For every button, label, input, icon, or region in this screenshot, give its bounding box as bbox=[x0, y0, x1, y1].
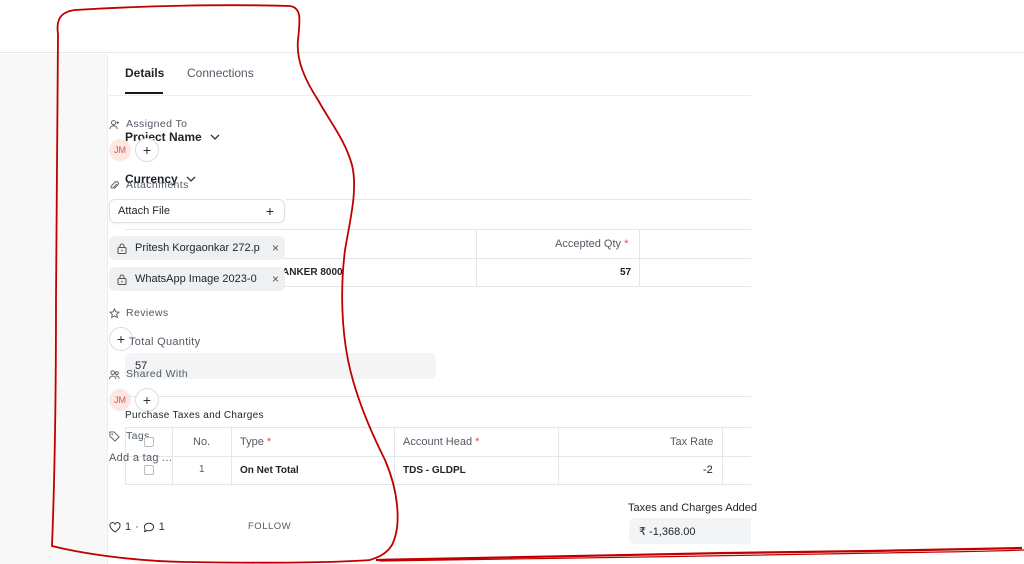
grid-line bbox=[558, 427, 559, 485]
paperclip-icon bbox=[110, 180, 119, 189]
select-all-checkbox[interactable] bbox=[144, 437, 154, 447]
tax-row-type[interactable]: On Net Total bbox=[240, 465, 299, 476]
plus-icon: + bbox=[142, 142, 152, 158]
attachment-filename: Pritesh Korgaonkar 272.p bbox=[135, 242, 260, 254]
heart-icon[interactable] bbox=[109, 521, 121, 533]
lock-icon bbox=[117, 274, 127, 285]
star-icon bbox=[109, 307, 120, 318]
shared-with-section: Shared With bbox=[109, 368, 188, 380]
attachments-section: Attachments bbox=[109, 179, 189, 191]
accepted-qty-cell[interactable]: 57 bbox=[620, 267, 631, 278]
grid-line bbox=[125, 396, 751, 397]
reviews-section: Reviews bbox=[109, 307, 168, 319]
item-name-cell[interactable]: ANKER 8000 bbox=[282, 267, 343, 278]
remove-attachment-icon[interactable]: × bbox=[272, 272, 279, 286]
users-icon bbox=[109, 369, 120, 379]
attachment-file-chip[interactable]: WhatsApp Image 2023-0 × bbox=[109, 267, 285, 291]
grid-line bbox=[125, 427, 751, 428]
plus-icon: + bbox=[265, 203, 274, 219]
attachment-filename: WhatsApp Image 2023-0 bbox=[135, 273, 257, 285]
assigned-avatar[interactable]: JM bbox=[109, 139, 131, 161]
add-assignee-button[interactable]: + bbox=[135, 138, 159, 162]
tag-icon bbox=[109, 430, 120, 442]
accepted-qty-header: Accepted Qty * bbox=[555, 238, 629, 250]
form-tabs: Details Connections bbox=[109, 54, 751, 96]
right-blank-area bbox=[751, 53, 1024, 564]
tax-row-no: 1 bbox=[199, 464, 205, 475]
like-comment-stats: 1 · 1 bbox=[109, 521, 165, 533]
total-quantity-label: Total Quantity bbox=[129, 336, 201, 348]
lock-icon bbox=[117, 243, 127, 254]
grid-line bbox=[476, 229, 477, 287]
grid-line bbox=[125, 456, 751, 457]
attach-file-label: Attach File bbox=[118, 205, 170, 217]
attachment-file-chip[interactable]: Pritesh Korgaonkar 272.p × bbox=[109, 236, 285, 260]
remove-attachment-icon[interactable]: × bbox=[272, 241, 279, 255]
attachments-label: Attachments bbox=[126, 179, 189, 191]
tax-row-account-head[interactable]: TDS - GLDPL bbox=[403, 465, 466, 476]
tab-connections[interactable]: Connections bbox=[187, 66, 254, 80]
shared-avatar[interactable]: JM bbox=[109, 389, 131, 411]
column-header-no: No. bbox=[193, 436, 211, 448]
column-header-tax-rate: Tax Rate bbox=[670, 436, 714, 448]
like-count: 1 bbox=[125, 521, 132, 533]
comment-icon[interactable] bbox=[143, 522, 155, 533]
add-tag-link[interactable]: Add a tag ... bbox=[109, 452, 172, 464]
attach-file-button[interactable]: Attach File + bbox=[109, 199, 285, 223]
shared-with-label: Shared With bbox=[126, 368, 189, 380]
reviews-label: Reviews bbox=[126, 307, 169, 319]
active-tab-indicator bbox=[125, 92, 163, 94]
left-gutter bbox=[0, 54, 108, 564]
taxes-added-field[interactable]: ₹ -1,368.00 bbox=[629, 518, 751, 544]
plus-icon: + bbox=[116, 331, 126, 347]
taxes-added-label: Taxes and Charges Added bbox=[628, 502, 758, 514]
column-header-type: Type * bbox=[240, 436, 272, 448]
grid-line bbox=[125, 229, 751, 230]
tax-row-rate[interactable]: -2 bbox=[703, 464, 713, 476]
grid-line bbox=[722, 427, 723, 485]
plus-icon: + bbox=[142, 392, 152, 408]
separator-dot: · bbox=[135, 521, 139, 533]
grid-line bbox=[394, 427, 395, 485]
user-icon bbox=[109, 119, 120, 129]
assigned-to-label: Assigned To bbox=[126, 118, 188, 130]
grid-line bbox=[231, 427, 232, 485]
row-checkbox[interactable] bbox=[144, 465, 154, 475]
add-share-button[interactable]: + bbox=[135, 388, 159, 412]
grid-line bbox=[639, 229, 640, 287]
column-header-account-head: Account Head * bbox=[403, 436, 480, 448]
taxes-section-title: Purchase Taxes and Charges bbox=[125, 410, 264, 421]
assigned-to-section: Assigned To bbox=[109, 118, 187, 130]
tab-details[interactable]: Details bbox=[125, 66, 164, 80]
follow-button[interactable]: FOLLOW bbox=[248, 521, 291, 532]
grid-line bbox=[125, 484, 751, 485]
comment-count: 1 bbox=[158, 521, 165, 533]
top-navbar bbox=[0, 0, 1024, 53]
grid-line bbox=[285, 199, 751, 200]
chevron-down-icon bbox=[210, 134, 220, 140]
